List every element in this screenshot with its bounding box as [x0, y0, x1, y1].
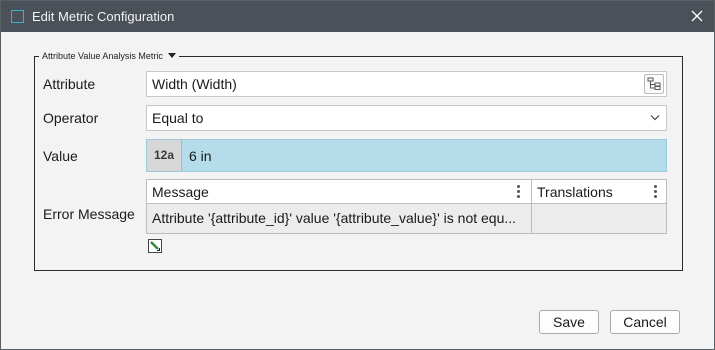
dialog-window: Edit Metric Configuration Attribute Valu… — [0, 0, 715, 350]
table-cell-translations[interactable] — [532, 205, 666, 233]
attribute-browse-button[interactable] — [644, 74, 664, 94]
attribute-value: Width (Width) — [152, 76, 237, 92]
metric-groupbox: Attribute Value Analysis Metric Attribut… — [34, 50, 683, 271]
column-menu-icon[interactable] — [654, 185, 658, 200]
attribute-label: Attribute — [43, 76, 96, 92]
operator-select[interactable]: Equal to — [146, 105, 667, 131]
close-button[interactable] — [682, 1, 712, 32]
edit-message-icon[interactable] — [147, 238, 163, 254]
groupbox-legend[interactable]: Attribute Value Analysis Metric — [39, 50, 179, 63]
error-message-table: Message Translations Attribute '{attribu… — [146, 179, 667, 234]
table-cell-message[interactable]: Attribute '{attribute_id}' value '{attri… — [147, 205, 531, 233]
value-label: Value — [43, 148, 78, 164]
groupbox-legend-label: Attribute Value Analysis Metric — [42, 51, 163, 61]
value-field[interactable]: 12a 6 in — [146, 139, 667, 172]
hierarchy-icon — [647, 77, 661, 90]
column-menu-icon[interactable] — [517, 185, 521, 200]
close-icon — [691, 10, 703, 22]
text-type-badge: 12a — [147, 140, 182, 171]
title-bar[interactable]: Edit Metric Configuration — [1, 1, 714, 32]
dialog-title: Edit Metric Configuration — [32, 9, 175, 24]
column-header-message[interactable]: Message — [147, 180, 531, 204]
operator-label: Operator — [43, 110, 99, 126]
chevron-down-icon — [650, 115, 660, 121]
dialog-body: Attribute Value Analysis Metric Attribut… — [1, 32, 714, 349]
attribute-field[interactable]: Width (Width) — [146, 71, 667, 97]
save-button[interactable]: Save — [539, 310, 599, 334]
error-message-label: Error Message — [43, 206, 135, 222]
column-header-translations-label: Translations — [537, 184, 613, 200]
column-header-message-label: Message — [152, 184, 209, 200]
column-header-translations[interactable]: Translations — [532, 180, 666, 204]
cancel-button[interactable]: Cancel — [610, 310, 680, 334]
message-text: Attribute '{attribute_id}' value '{attri… — [152, 210, 517, 226]
app-window-icon — [11, 10, 24, 23]
operator-value: Equal to — [152, 110, 204, 126]
dropdown-caret-icon — [167, 53, 176, 58]
value-input-text: 6 in — [189, 148, 212, 164]
